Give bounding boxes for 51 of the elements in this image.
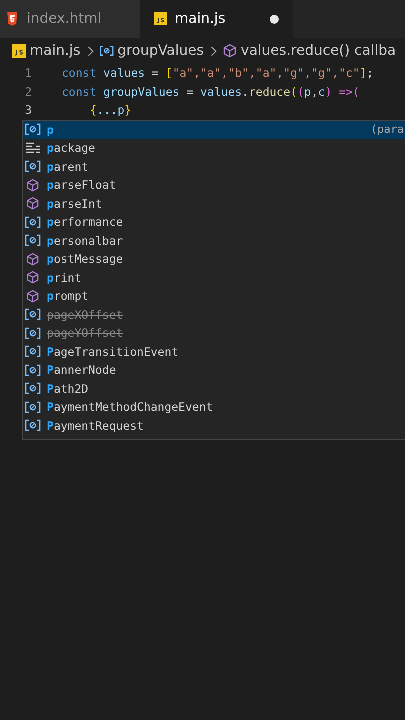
breadcrumb-item[interactable]: groupValues [118,43,204,59]
variable-icon [25,345,41,358]
suggestion-detail: (para [370,123,405,136]
cube-icon [223,44,238,58]
suggestion-item[interactable]: PaymentMethodChangeEvent [23,398,405,416]
variable-icon [25,234,41,248]
breadcrumb-item[interactable]: values.reduce() callba [241,43,396,59]
suggestion-item[interactable]: parseInt [23,194,405,213]
suggestion-item[interactable]: p rint [23,268,405,287]
variable-icon [25,123,41,136]
cube-icon [25,271,41,284]
chevron-right-icon [210,46,218,56]
editor-tab[interactable]: main.js [140,0,293,38]
code-line: const groupValues = values.reduce((p,c) =>( [62,84,360,99]
line-number: 2 [24,84,32,99]
js-file-icon [154,12,167,26]
suggestion-item[interactable]: personalbar [23,232,405,250]
cube-icon [25,290,41,303]
cube-icon [25,252,41,266]
variable-icon [25,160,41,174]
line-number: 1 [24,66,32,80]
breadcrumb-item[interactable]: main.js [30,43,81,59]
suggestion-item[interactable]: PaymentRequest [23,416,405,435]
variable-icon [25,326,41,340]
variable-icon [25,308,41,322]
suggestion-item[interactable]: PannerNode [23,361,405,380]
suggestion-item[interactable]: p rompt [23,287,405,306]
js-file-icon [12,44,26,58]
editor-tab[interactable]: index.html [0,0,140,38]
line-number: 3 [24,103,32,118]
suggestion-item[interactable]: parent [23,158,405,176]
suggestion-item[interactable]: p (para [23,120,405,139]
html5-icon [6,12,19,26]
variable-icon [25,216,41,229]
variable-icon [25,400,41,414]
suggestion-item[interactable]: postMessage [23,250,405,268]
suggestion-item[interactable]: performance [23,213,405,232]
variable-icon [100,44,114,58]
suggestion-item[interactable]: Path2D [23,380,405,398]
chevron-right-icon [86,46,94,56]
snippet-lines-icon [25,142,41,155]
suggestion-item[interactable]: PageTransitionEvent [23,342,405,361]
suggestion-item[interactable]: parseFloat [23,176,405,194]
variable-icon [25,364,41,377]
cube-icon [25,178,41,192]
variable-icon [25,382,41,396]
cube-icon [25,197,41,210]
suggestion-item[interactable]: package [23,139,405,158]
variable-icon [25,419,41,432]
code-line: const values = ["a","a","b","a","g","g","c"]; [62,66,374,80]
code-line: {...p} [90,103,132,118]
